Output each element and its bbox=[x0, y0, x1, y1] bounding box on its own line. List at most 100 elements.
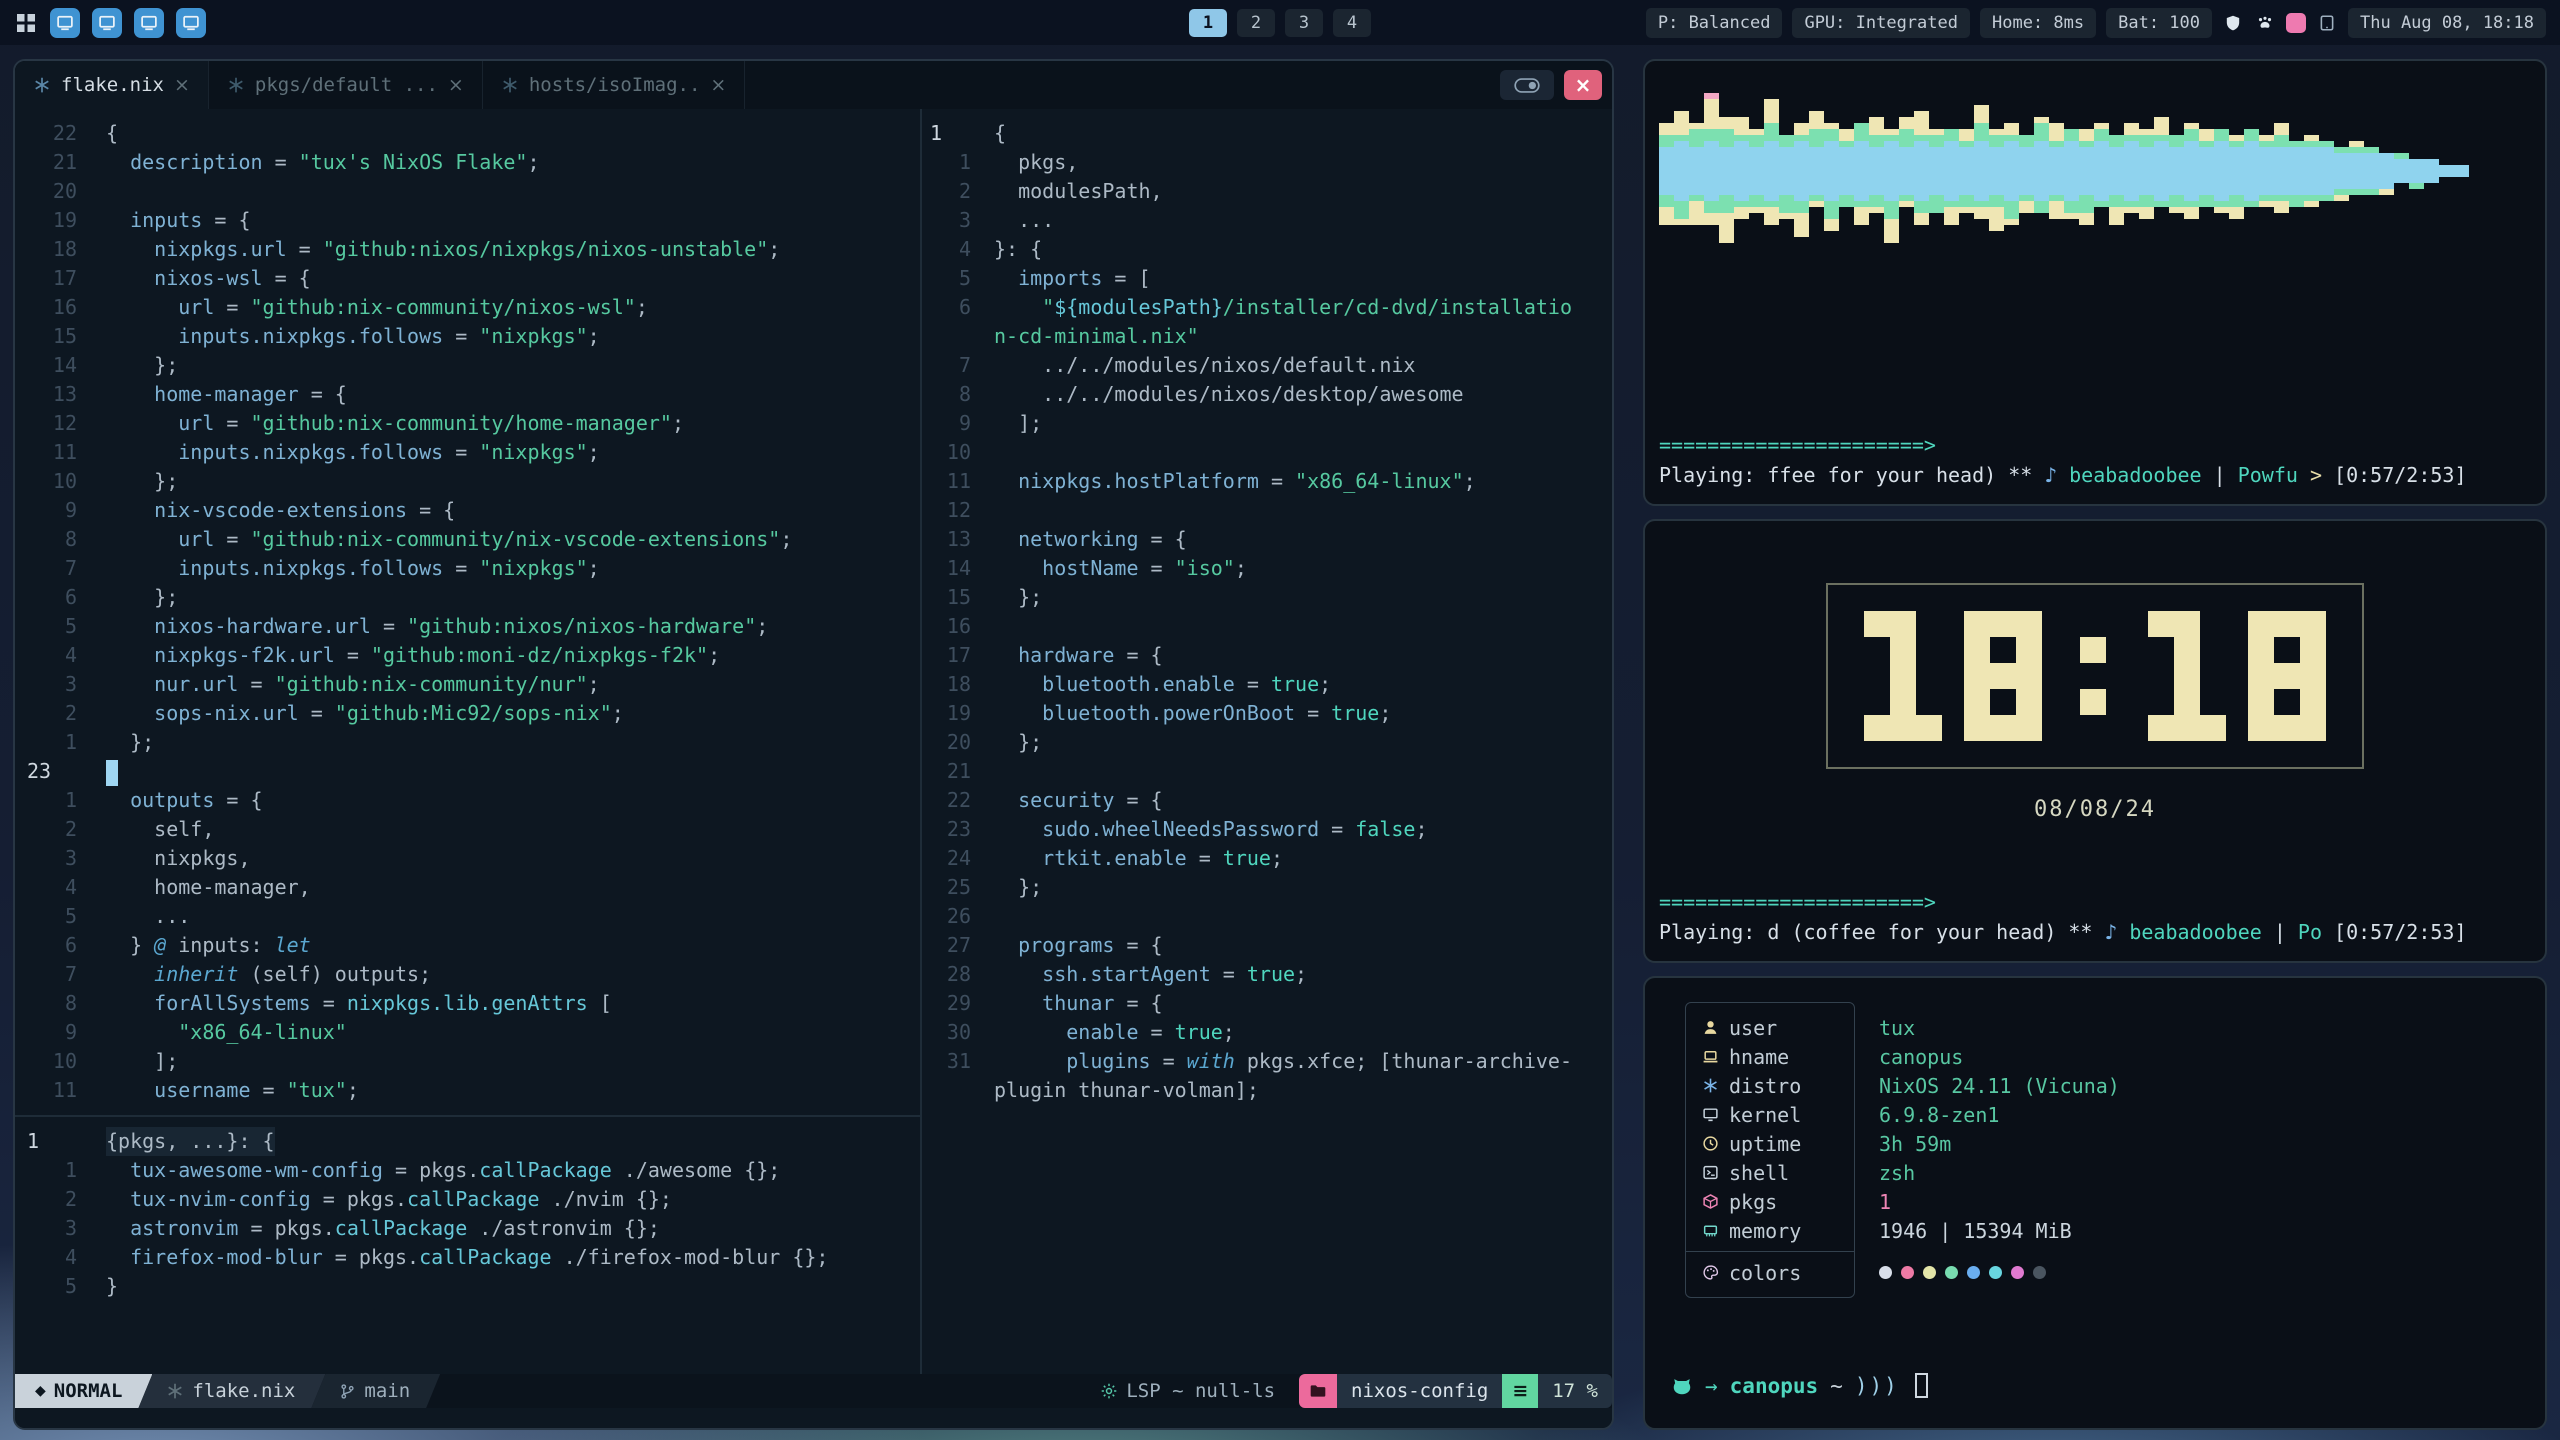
code-line: 1{pkgs, ...}: { bbox=[15, 1127, 920, 1156]
visualizer-column bbox=[2064, 85, 2079, 257]
line-number: 4 bbox=[27, 873, 77, 902]
line-number: 6 bbox=[930, 293, 971, 322]
prompt-icon bbox=[1671, 1375, 1693, 1397]
workspace-tag-2[interactable]: 2 bbox=[1237, 9, 1275, 37]
code-text: rtkit.enable = true; bbox=[994, 844, 1283, 873]
line-number: 9 bbox=[930, 409, 971, 438]
tab-close-icon[interactable]: × bbox=[710, 74, 726, 96]
code-text: ... bbox=[994, 206, 1054, 235]
code-text: inputs.nixpkgs.follows = "nixpkgs"; bbox=[106, 554, 600, 583]
iso-image-buffer[interactable]: 1{1 pkgs,2 modulesPath,3 ...4}: {5 impor… bbox=[922, 109, 1612, 1105]
line-number: 28 bbox=[930, 960, 971, 989]
clock-window[interactable]: 08/08/24 ======================> Playing… bbox=[1643, 519, 2547, 963]
device-icon[interactable] bbox=[2316, 12, 2338, 34]
visualizer-column bbox=[1779, 85, 1794, 257]
line-number: 2 bbox=[27, 815, 77, 844]
buffer-tab[interactable]: flake.nix× bbox=[15, 61, 209, 109]
code-text: security = { bbox=[994, 786, 1163, 815]
code-line: 21 description = "tux's NixOS Flake"; bbox=[15, 148, 920, 177]
dock-app-icon[interactable] bbox=[176, 8, 206, 38]
code-line: 24 rtkit.enable = true; bbox=[922, 844, 1612, 873]
visualizer-column bbox=[1824, 85, 1839, 257]
code-line: 1 pkgs, bbox=[922, 148, 1612, 177]
visualizer-column bbox=[2079, 85, 2094, 257]
line-number: 10 bbox=[930, 438, 971, 467]
code-line: 8 forAllSystems = nixpkgs.lib.genAttrs [ bbox=[15, 989, 920, 1018]
code-text: astronvim = pkgs.callPackage ./astronvim… bbox=[106, 1214, 660, 1243]
color-swatch-icon[interactable] bbox=[2286, 13, 2306, 33]
line-number: 4 bbox=[27, 1243, 77, 1272]
code-line: 28 ssh.startAgent = true; bbox=[922, 960, 1612, 989]
workspace-tag-1[interactable]: 1 bbox=[1189, 9, 1227, 37]
shell-prompt[interactable]: → canopus ~ ))) bbox=[1645, 1373, 2545, 1428]
workspace-tag-3[interactable]: 3 bbox=[1285, 9, 1323, 37]
paw-icon[interactable] bbox=[2254, 12, 2276, 34]
line-number: 7 bbox=[27, 960, 77, 989]
code-line: 5} bbox=[15, 1272, 920, 1301]
code-text: } @ inputs: let bbox=[106, 931, 311, 960]
clock-widget[interactable]: Thu Aug 08, 18:18 bbox=[2348, 8, 2546, 38]
visualizer-column bbox=[2199, 85, 2214, 257]
line-number: 4 bbox=[27, 641, 77, 670]
flake-nix-buffer[interactable]: 22{21 description = "tux's NixOS Flake";… bbox=[15, 109, 920, 1115]
pane-left-container: 22{21 description = "tux's NixOS Flake";… bbox=[15, 109, 920, 1374]
line-number: 9 bbox=[27, 496, 77, 525]
line-number: 17 bbox=[930, 641, 971, 670]
color-dot bbox=[2011, 1266, 2024, 1279]
visualizer-column bbox=[1719, 85, 1734, 257]
code-text: self, bbox=[106, 815, 214, 844]
buffer-tab[interactable]: pkgs/default ...× bbox=[209, 61, 483, 109]
color-dot bbox=[1923, 1266, 1936, 1279]
code-line: 6 } @ inputs: let bbox=[15, 931, 920, 960]
code-line: 12 url = "github:nix-community/home-mana… bbox=[15, 409, 920, 438]
code-line: 18 bluetooth.enable = true; bbox=[922, 670, 1612, 699]
color-dot bbox=[2033, 1266, 2046, 1279]
visualizer-column bbox=[1989, 85, 2004, 257]
git-branch-label: main bbox=[364, 1380, 410, 1402]
visualizer-window[interactable]: ======================> Playing: ffee fo… bbox=[1643, 59, 2547, 506]
app-launcher-icon[interactable] bbox=[14, 11, 38, 35]
visualizer-column bbox=[2319, 85, 2334, 257]
code-line: 16 url = "github:nix-community/nixos-wsl… bbox=[15, 293, 920, 322]
visualizer-column bbox=[2454, 85, 2469, 257]
dock-app-icon[interactable] bbox=[92, 8, 122, 38]
code-text: imports = [ bbox=[994, 264, 1151, 293]
display-icon bbox=[1702, 1106, 1719, 1123]
code-line: 22{ bbox=[15, 119, 920, 148]
close-buffer-button[interactable]: × bbox=[1564, 70, 1602, 100]
dock-app-icon[interactable] bbox=[50, 8, 80, 38]
nix-icon bbox=[1702, 1077, 1719, 1094]
visualizer-column bbox=[1659, 85, 1674, 257]
line-number: 22 bbox=[930, 786, 971, 815]
status-pill: P: Balanced bbox=[1646, 8, 1783, 38]
prompt-arrow: → bbox=[1705, 1374, 1718, 1398]
code-line: 3 nixpkgs, bbox=[15, 844, 920, 873]
nix-file-icon bbox=[33, 76, 51, 94]
code-line: 5 imports = [ bbox=[922, 264, 1612, 293]
code-text: }; bbox=[994, 873, 1042, 902]
mode-icon: ◆ bbox=[35, 1383, 46, 1399]
tab-close-icon[interactable]: × bbox=[174, 74, 190, 96]
pkgs-default-buffer[interactable]: 1{pkgs, ...}: {1 tux-awesome-wm-config =… bbox=[15, 1117, 920, 1374]
code-line: 20 }; bbox=[922, 728, 1612, 757]
code-text: "x86_64-linux" bbox=[106, 1018, 347, 1047]
fetch-label: pkgs bbox=[1729, 1190, 1777, 1214]
dock-app-icon[interactable] bbox=[134, 8, 164, 38]
fetch-window[interactable]: userhnamedistrokerneluptimeshellpkgsmemo… bbox=[1643, 976, 2547, 1430]
now-playing-text: Playing: ffee for your head) ** ♪ beabad… bbox=[1659, 460, 2535, 490]
tab-close-icon[interactable]: × bbox=[448, 74, 464, 96]
toggle-icon[interactable] bbox=[1500, 70, 1554, 100]
code-text: }: { bbox=[994, 235, 1042, 264]
workspace-tag-4[interactable]: 4 bbox=[1333, 9, 1371, 37]
code-line: 1 }; bbox=[15, 728, 920, 757]
visualizer-column bbox=[2424, 85, 2439, 257]
code-text: sops-nix.url = "github:Mic92/sops-nix"; bbox=[106, 699, 624, 728]
list-icon: ≡ bbox=[1502, 1374, 1538, 1408]
shield-icon[interactable] bbox=[2222, 12, 2244, 34]
line-number: 30 bbox=[930, 1018, 971, 1047]
buffer-tab[interactable]: hosts/isoImag..× bbox=[483, 61, 746, 109]
line-number: 25 bbox=[930, 873, 971, 902]
command-line[interactable] bbox=[15, 1408, 1612, 1428]
line-number: 23 bbox=[930, 815, 971, 844]
clock-digit bbox=[2248, 611, 2326, 741]
